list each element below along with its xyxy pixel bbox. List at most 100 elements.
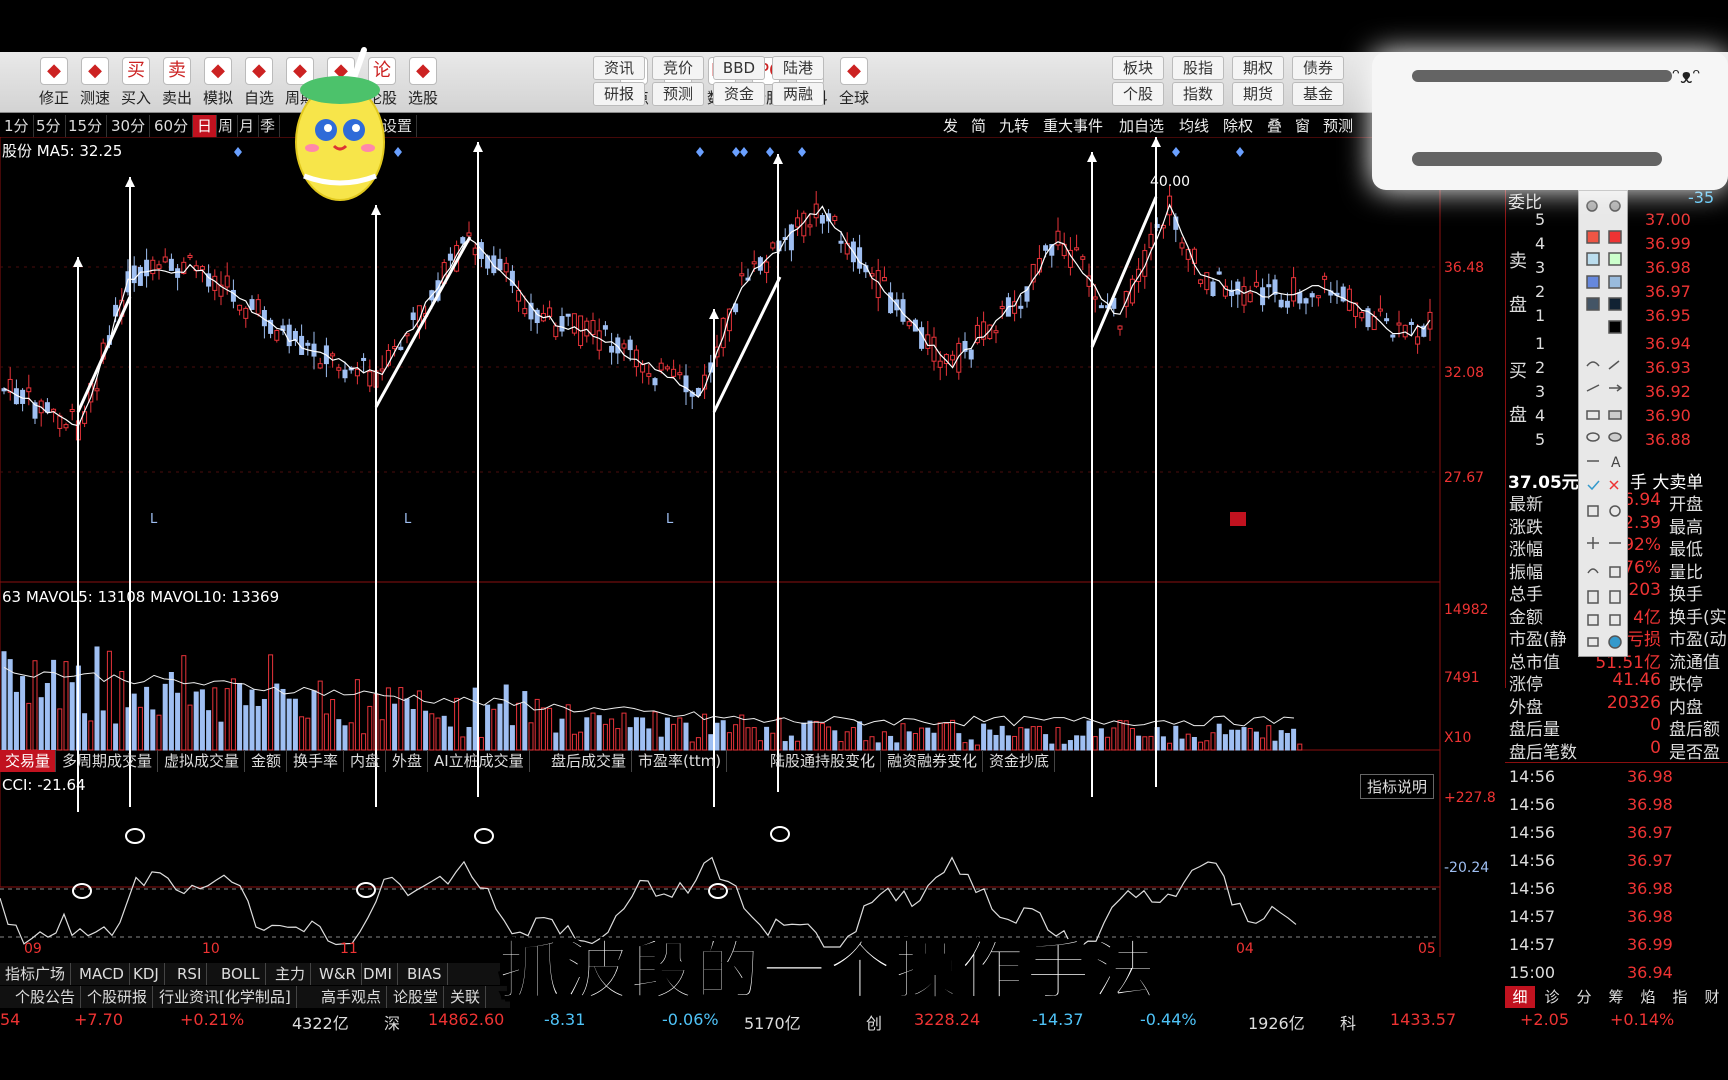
toolbar-pill[interactable]: 资讯 (593, 56, 645, 80)
toolbar-button[interactable]: ◆ 模拟 (196, 54, 240, 110)
news-tab[interactable]: 行业资讯[化学制品] (154, 986, 297, 1008)
indicator-tab[interactable]: 内盘 (345, 750, 387, 772)
side-tab[interactable]: 诊 (1537, 986, 1567, 1008)
indicator-tab[interactable]: 虚拟成交量 (159, 750, 246, 772)
news-tab[interactable]: 关联 (445, 986, 487, 1008)
chart-tool-button[interactable]: 叠 (1264, 115, 1285, 137)
side-tab[interactable]: 筹 (1601, 986, 1631, 1008)
news-tab[interactable]: 个股研报 (82, 986, 154, 1008)
candle-body (931, 336, 937, 362)
volume-bar (640, 717, 646, 751)
bottom-indicator-tab[interactable]: DMI (358, 963, 398, 985)
side-tab[interactable]: 焰 (1633, 986, 1663, 1008)
indicator-tab[interactable]: 市盈率(ttm) (633, 750, 728, 772)
chart-tool-button[interactable]: 预测 (1320, 115, 1356, 137)
volume-bar (708, 734, 714, 751)
toolbar-pill[interactable]: 陆港 (772, 56, 824, 80)
indicator-tab[interactable]: 换手率 (288, 750, 345, 772)
chart-tool-button[interactable]: 九转 (996, 115, 1032, 137)
indicator-tab[interactable]: 外盘 (387, 750, 429, 772)
bottom-indicator-tab[interactable]: MACD (74, 963, 130, 985)
volume-bar (584, 717, 590, 751)
indicator-tab[interactable]: AI立桩成交量 (429, 750, 530, 772)
quote-label: 盘后笔数 (1509, 742, 1577, 763)
news-tab[interactable]: 论股堂 (388, 986, 445, 1008)
candle-body (162, 256, 168, 263)
toolbar-pill[interactable]: 指数 (1172, 82, 1224, 106)
indicator-tab[interactable]: 资金抄底 (984, 750, 1056, 772)
toolbar-button[interactable]: ◆ 选股 (401, 54, 445, 110)
period-tab[interactable]: 30分 (107, 115, 151, 137)
bottom-indicator-tab[interactable]: 指标广场 (0, 963, 72, 985)
volume-bar (1266, 725, 1272, 751)
toolbar-button[interactable]: 卖卖出 (155, 54, 199, 110)
volume-bar (1024, 728, 1030, 751)
toolbar-button[interactable]: ◆ 测速 (73, 54, 117, 110)
period-tab[interactable]: 15分 (64, 115, 108, 137)
candle-body (342, 369, 348, 379)
candle-body (131, 265, 137, 284)
toolbar-button[interactable]: ◆ 修正 (32, 54, 76, 110)
chart-tool-button[interactable]: 除权 (1220, 115, 1256, 137)
volume-bar (875, 742, 881, 751)
toolbar-pill[interactable]: BBD (713, 56, 765, 80)
candle-body (925, 334, 931, 349)
toolbar-pill[interactable]: 个股 (1112, 82, 1164, 106)
side-tab[interactable]: 细 (1505, 986, 1535, 1008)
quote-row: 涨停 41.46 跌停 (1509, 670, 1728, 695)
period-tab[interactable]: 1分 (0, 115, 34, 137)
indicator-tab[interactable]: 盘后成交量 (546, 750, 633, 772)
chart-tool-button[interactable]: 重大事件 (1040, 115, 1106, 137)
kline-chart[interactable]: LLL (0, 137, 1450, 957)
volume-bar (230, 678, 236, 751)
toolbar-pill[interactable]: 股指 (1172, 56, 1224, 80)
chart-tool-button[interactable]: 均线 (1176, 115, 1212, 137)
toolbar-pill[interactable]: 期货 (1232, 82, 1284, 106)
news-tab[interactable]: 高手观点 (316, 986, 388, 1008)
bottom-indicator-tab[interactable]: KDJ (128, 963, 165, 985)
chart-tool-button[interactable]: 窗 (1292, 115, 1313, 137)
indicator-tabs: 交易量 多周期成交量 虚拟成交量 金额 换手率 内盘 外盘 AI立桩成交量 盘后成交量 市盈率(t… (0, 750, 1100, 772)
toolbar-pill[interactable]: 资金 (713, 82, 765, 106)
bottom-indicator-tab[interactable]: 主力 (270, 963, 312, 985)
toolbar-pill[interactable]: 竞价 (652, 56, 704, 80)
volume-bar (1253, 731, 1259, 751)
toolbar-button[interactable]: ◆ 全球 (832, 54, 876, 110)
volume-bar (1185, 733, 1191, 751)
side-tab[interactable]: 财 (1697, 986, 1727, 1008)
side-tab[interactable]: 分 (1569, 986, 1599, 1008)
period-tab[interactable]: 5分 (32, 115, 66, 137)
drawing-tools-icon[interactable]: A (1579, 191, 1627, 656)
indicator-tab[interactable]: 交易量 (0, 750, 57, 772)
bottom-indicator-tab[interactable]: RSI (172, 963, 208, 985)
period-tab[interactable]: 季 (256, 115, 281, 137)
indicator-note-button[interactable]: 指标说明 (1360, 774, 1435, 799)
toolbar-pill[interactable]: 基金 (1292, 82, 1344, 106)
chart-tool-button[interactable]: 简 (968, 115, 989, 137)
news-tab[interactable]: 个股公告 (10, 986, 82, 1008)
chart-tool-button[interactable]: 加自选 (1116, 115, 1167, 137)
indicator-tab[interactable]: 陆股通持股变化 (765, 750, 882, 772)
bottom-indicator-tab[interactable]: W&R (314, 963, 362, 985)
indicator-tab[interactable]: 融资融券变化 (882, 750, 984, 772)
volume-bar (1018, 727, 1024, 751)
volume-bar (1247, 727, 1253, 751)
volume-bar (429, 713, 435, 751)
toolbar-button[interactable]: 买买入 (114, 54, 158, 110)
toolbar-pill[interactable]: 两融 (772, 82, 824, 106)
indicator-tab[interactable]: 多周期成交量 (57, 750, 159, 772)
chart-tool-button[interactable]: 发 (940, 115, 961, 137)
period-tab[interactable]: 60分 (150, 115, 194, 137)
bottom-indicator-tab[interactable]: BOLL (216, 963, 266, 985)
bottom-indicator-tab[interactable]: BIAS (402, 963, 448, 985)
quote-value: 92% (1623, 535, 1661, 555)
side-tab[interactable]: 指 (1665, 986, 1695, 1008)
indicator-tab[interactable]: 金额 (246, 750, 288, 772)
toolbar-pill[interactable]: 预测 (652, 82, 704, 106)
toolbar-pill[interactable]: 期权 (1232, 56, 1284, 80)
toolbar-button[interactable]: ◆ 自选 (237, 54, 281, 110)
volume-bar (305, 717, 311, 751)
toolbar-pill[interactable]: 债券 (1292, 56, 1344, 80)
toolbar-pill[interactable]: 板块 (1112, 56, 1164, 80)
toolbar-pill[interactable]: 研报 (593, 82, 645, 106)
